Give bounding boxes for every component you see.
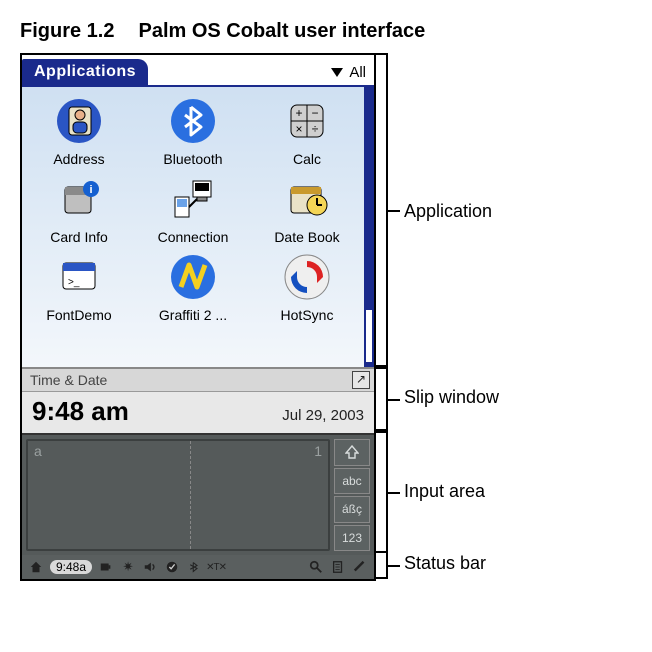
svg-text:+: + — [295, 106, 302, 120]
input-area: a 1 abc áßç 123 — [22, 433, 374, 555]
magnify-icon[interactable] — [308, 559, 324, 575]
callout-input: Input area — [404, 481, 485, 502]
svg-text:>_: >_ — [68, 277, 80, 288]
top-bar: Applications All — [22, 55, 374, 87]
category-selector[interactable]: All — [331, 64, 374, 85]
xtx-icon[interactable]: ✕T✕ — [208, 559, 224, 575]
app-fontdemo[interactable]: >_ FontDemo — [22, 251, 136, 323]
applications-tab[interactable]: Applications — [22, 59, 148, 85]
popout-icon[interactable]: ↗ — [352, 371, 370, 389]
slip-titlebar[interactable]: Time & Date ↗ — [22, 369, 374, 392]
bluetooth-icon — [167, 95, 219, 147]
cardinfo-icon: i — [53, 173, 105, 225]
pen-icon[interactable] — [352, 559, 368, 575]
app-connection[interactable]: Connection — [136, 173, 250, 245]
clipboard-icon[interactable] — [330, 559, 346, 575]
status-time[interactable]: 9:48a — [50, 560, 92, 574]
device-screen: Applications All — [20, 53, 376, 581]
callout-slip: Slip window — [404, 387, 499, 408]
callouts: Application Slip window Input area Statu… — [376, 53, 576, 581]
app-calc[interactable]: + − × ÷ Calc — [250, 95, 364, 167]
brightness-icon[interactable]: ✷ — [120, 559, 136, 575]
category-label: All — [349, 64, 366, 81]
dropdown-triangle-icon — [331, 68, 343, 77]
graffiti-area[interactable]: a 1 — [26, 439, 330, 551]
svg-text:i: i — [89, 184, 92, 196]
hotsync-icon — [281, 251, 333, 303]
app-cardinfo[interactable]: i Card Info — [22, 173, 136, 245]
shift-mode-button[interactable] — [334, 439, 370, 466]
sound-icon[interactable] — [142, 559, 158, 575]
callout-status: Status bar — [404, 553, 486, 574]
bluetooth-small-icon[interactable] — [186, 559, 202, 575]
graffiti-alpha-hint: a — [34, 443, 42, 459]
datebook-icon — [281, 173, 333, 225]
figure-caption: Figure 1.2Palm OS Cobalt user interface — [20, 20, 632, 43]
application-area: Address Bluetooth — [22, 87, 374, 367]
graffiti-num-hint: 1 — [314, 443, 322, 459]
address-icon — [53, 95, 105, 147]
slip-time: 9:48 am — [32, 396, 129, 427]
connection-icon — [167, 173, 219, 225]
app-address[interactable]: Address — [22, 95, 136, 167]
intl-mode-button[interactable]: áßç — [334, 496, 370, 523]
application-grid: Address Bluetooth — [22, 95, 364, 323]
fontdemo-icon: >_ — [53, 251, 105, 303]
app-graffiti2[interactable]: Graffiti 2 ... — [136, 251, 250, 323]
abc-mode-button[interactable]: abc — [334, 468, 370, 495]
svg-text:÷: ÷ — [312, 122, 319, 136]
battery-icon[interactable] — [98, 559, 114, 575]
num-mode-button[interactable]: 123 — [334, 525, 370, 552]
input-mode-column: abc áßç 123 — [334, 435, 374, 555]
slip-title: Time & Date — [30, 372, 107, 388]
slip-date: Jul 29, 2003 — [282, 407, 364, 424]
graffiti2-icon — [167, 251, 219, 303]
svg-text:−: − — [311, 106, 318, 120]
callout-application: Application — [404, 201, 492, 222]
status-bar: 9:48a ✷ ✕T✕ — [22, 555, 374, 579]
svg-text:×: × — [295, 122, 302, 136]
calc-icon: + − × ÷ — [281, 95, 333, 147]
scrollbar[interactable] — [364, 87, 374, 367]
app-hotsync[interactable]: HotSync — [250, 251, 364, 323]
slip-window: Time & Date ↗ 9:48 am Jul 29, 2003 — [22, 367, 374, 433]
check-icon[interactable] — [164, 559, 180, 575]
home-icon[interactable] — [28, 559, 44, 575]
app-datebook[interactable]: Date Book — [250, 173, 364, 245]
app-bluetooth[interactable]: Bluetooth — [136, 95, 250, 167]
